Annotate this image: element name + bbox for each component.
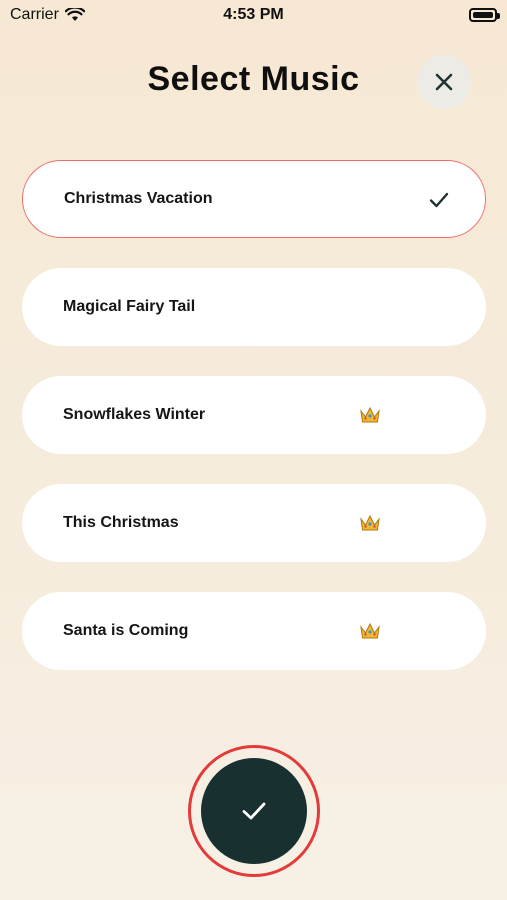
crown-icon (360, 406, 380, 423)
music-item-label: Christmas Vacation (64, 190, 213, 207)
crown-icon (360, 514, 380, 531)
checkmark-icon (242, 802, 266, 820)
status-time: 4:53 PM (223, 6, 284, 23)
battery-icon (469, 8, 500, 22)
music-item-snowflakes-winter[interactable]: Snowflakes Winter (22, 376, 486, 454)
music-item-magical-fairy-tail[interactable]: Magical Fairy Tail (22, 268, 486, 346)
music-item-this-christmas[interactable]: This Christmas (22, 484, 486, 562)
confirm-button[interactable] (201, 758, 307, 864)
checkmark-icon (429, 192, 449, 208)
music-item-christmas-vacation[interactable]: Christmas Vacation (22, 160, 486, 238)
close-icon (435, 73, 453, 91)
header: Select Music (0, 52, 507, 112)
music-item-label: Snowflakes Winter (63, 406, 206, 423)
music-item-label: Magical Fairy Tail (63, 298, 196, 315)
crown-icon (360, 622, 380, 639)
confirm-button-ring (188, 745, 320, 877)
status-bar: Carrier 4:53 PM (0, 0, 507, 30)
music-item-label: Santa is Coming (63, 622, 189, 639)
music-list: Christmas Vacation Magical Fairy Tail Sn… (22, 160, 486, 700)
music-item-santa-is-coming[interactable]: Santa is Coming (22, 592, 486, 670)
close-button[interactable] (417, 55, 471, 109)
music-item-label: This Christmas (63, 514, 179, 531)
